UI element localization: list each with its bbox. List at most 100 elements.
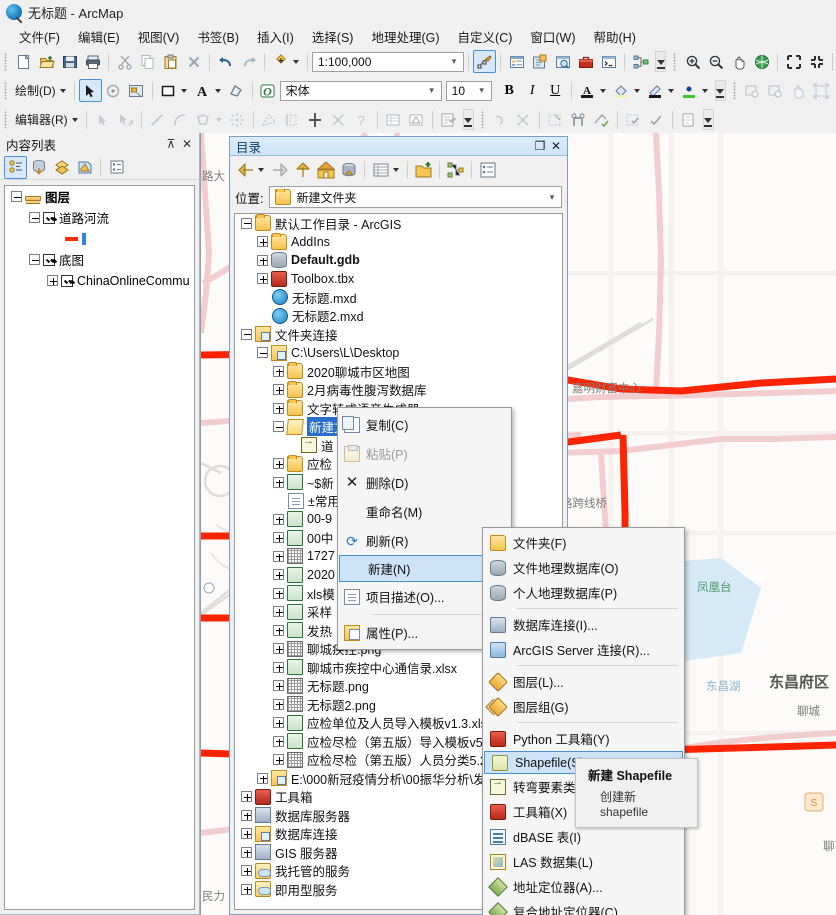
toolbar-overflow-button[interactable] [702,109,714,130]
expander-minus-icon[interactable] [273,421,284,433]
auto-hide-pin-icon[interactable]: ⊼ [163,137,179,151]
add-data-icon[interactable] [269,50,292,73]
menu-customize[interactable]: 自定义(C) [449,25,522,48]
expander-minus-icon[interactable] [11,191,22,202]
attributes-editor-icon[interactable]: ? [350,108,373,131]
toolbar-overflow-button[interactable] [714,80,726,101]
layer-visibility-checkbox[interactable] [43,253,55,266]
line-color-dropdown-icon[interactable] [667,88,674,93]
text-dropdown-icon[interactable] [214,88,221,93]
back-icon[interactable] [234,158,257,181]
menu-windows[interactable]: 窗口(W) [521,25,584,48]
toc-item-layers[interactable]: 图层 [5,186,194,207]
menu-insert[interactable]: 插入(I) [248,25,303,48]
create-features-icon[interactable] [437,108,460,131]
list-by-visibility-icon[interactable] [50,156,73,179]
zoom-out-layout-icon[interactable] [764,79,787,102]
select-topology-icon[interactable] [622,108,645,131]
toolbar-grip[interactable] [479,110,487,129]
topology-edit-icon[interactable] [489,108,512,131]
fill-color-icon[interactable] [610,79,633,102]
fixed-zoom-out-icon[interactable] [805,50,828,73]
undo-icon[interactable] [214,50,237,73]
menu-file[interactable]: 文件(F) [10,25,69,48]
catalog-item-feb-diarrhea-db[interactable]: 2月病毒性腹泻数据库 [235,380,562,400]
expander-plus-icon[interactable] [273,606,284,618]
layer-visibility-checkbox[interactable] [43,211,55,224]
item-description-icon[interactable] [476,158,499,181]
expander-plus-icon[interactable] [273,680,284,692]
catalog-icon[interactable] [528,50,551,73]
zoom-out-icon[interactable] [704,50,727,73]
chevron-down-icon[interactable]: ▾ [545,192,559,203]
context-menu-item-rename[interactable]: 重命名(M) [338,497,511,526]
expander-plus-icon[interactable] [273,717,284,729]
rectangle-dropdown-icon[interactable] [180,88,187,93]
new-text-icon[interactable]: A [191,79,214,102]
catalog-item-liaocheng-map-2020[interactable]: 2020聊城市区地图 [235,362,562,381]
search-window-icon[interactable] [551,50,574,73]
catalog-item-desktop[interactable]: C:\Users\L\Desktop [235,344,562,363]
catalog-item-folder-connections[interactable]: 文件夹连接 [235,325,562,344]
contents-dropdown-icon[interactable] [393,167,399,172]
construction-tools-icon[interactable] [192,108,215,131]
table-of-contents-icon[interactable] [505,50,528,73]
font-name-combo[interactable]: 宋体 ▾ [279,80,442,101]
up-one-level-icon[interactable] [291,158,314,181]
validate-topology-icon[interactable] [544,108,567,131]
expander-plus-icon[interactable] [273,532,284,544]
expander-plus-icon[interactable] [257,254,268,266]
toolbar-grip[interactable] [3,81,10,100]
location-combo[interactable]: 新建文件夹 ▾ [269,186,562,208]
list-by-selection-icon[interactable] [73,156,96,179]
submenu-item-arcgis-server-connection[interactable]: ArcGIS Server 连接(R)... [483,637,684,662]
forward-icon[interactable] [268,158,291,181]
expander-plus-icon[interactable] [273,402,284,414]
italic-button[interactable]: I [521,79,544,102]
layer-visibility-checkbox[interactable] [61,274,73,287]
chevron-down-icon[interactable]: ▾ [425,85,439,96]
bold-button[interactable]: B [498,79,521,102]
graphic-operations-icon[interactable] [125,79,148,102]
edit-vertices-icon[interactable] [225,79,248,102]
copy-icon[interactable] [136,50,159,73]
menu-selection[interactable]: 选择(S) [303,25,363,48]
expander-plus-icon[interactable] [241,809,252,821]
cut-icon[interactable] [113,50,136,73]
close-icon[interactable]: ✕ [179,137,195,151]
expander-plus-icon[interactable] [257,273,268,285]
paste-icon[interactable] [159,50,182,73]
delete-icon[interactable] [182,50,205,73]
open-icon[interactable] [35,50,58,73]
expander-plus-icon[interactable] [273,698,284,710]
python-window-icon[interactable] [597,50,620,73]
toolbar-overflow-button[interactable] [462,109,474,130]
expander-plus-icon[interactable] [273,458,284,470]
expander-minus-icon[interactable] [241,217,252,229]
chevron-down-icon[interactable]: ▾ [475,85,489,96]
fixed-zoom-in-icon[interactable] [782,50,805,73]
expander-plus-icon[interactable] [273,569,284,581]
menu-help[interactable]: 帮助(H) [585,25,645,48]
fill-color-dropdown-icon[interactable] [633,88,640,93]
home-icon[interactable] [314,158,337,181]
full-extent-icon[interactable] [750,50,773,73]
expander-plus-icon[interactable] [273,384,284,396]
marker-color-icon[interactable] [678,79,701,102]
expander-plus-icon[interactable] [241,828,252,840]
submenu-item-group-layer[interactable]: 图层组(G) [483,694,684,719]
catalog-item-default-workspace[interactable]: 默认工作目录 - ArcGIS [235,214,562,233]
split-tool-icon[interactable] [304,108,327,131]
toolbar-grip[interactable] [3,52,10,71]
construction-dropdown-icon[interactable] [215,117,222,122]
zoom-in-layout-icon[interactable] [741,79,764,102]
editor-toolbar-icon[interactable] [473,50,496,73]
font-style-icon[interactable]: O [257,79,280,102]
new-map-icon[interactable] [12,50,35,73]
expander-plus-icon[interactable] [273,476,284,488]
marker-color-dropdown-icon[interactable] [701,88,708,93]
curve-segment-icon[interactable] [169,108,192,131]
menu-view[interactable]: 视图(V) [129,25,189,48]
submenu-item-folder[interactable]: 文件夹(F) [483,530,684,555]
error-inspector-icon[interactable] [590,108,613,131]
